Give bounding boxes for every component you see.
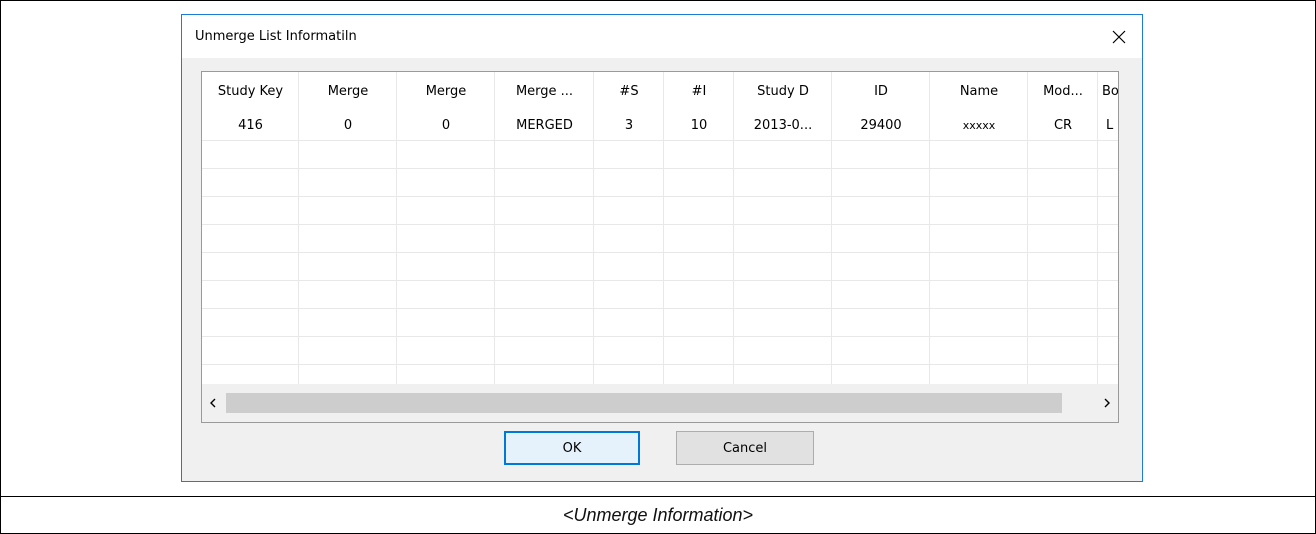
dialog-title: Unmerge List Informatiln xyxy=(195,29,357,44)
column-header-study-date[interactable]: Study D xyxy=(734,72,832,112)
column-header-merge-status[interactable]: Merge ... xyxy=(495,72,594,112)
scrollbar-thumb[interactable] xyxy=(226,393,1062,413)
column-header-id[interactable]: ID xyxy=(832,72,930,112)
cell-merge-2: 0 xyxy=(441,118,451,133)
column-header-name[interactable]: Name xyxy=(930,72,1028,112)
row-line xyxy=(202,280,1118,281)
cell-merge-status: MERGED xyxy=(516,118,573,133)
scroll-right-button[interactable] xyxy=(1096,384,1118,422)
row-line xyxy=(202,308,1118,309)
chevron-left-icon xyxy=(210,398,216,408)
cell-study-key: 416 xyxy=(238,118,263,133)
close-button[interactable] xyxy=(1096,15,1142,58)
cell-image-count: 10 xyxy=(690,118,708,133)
column-header-series-count[interactable]: #S xyxy=(594,72,664,112)
list-grid: Study Key Merge Merge Merge ... #S #I St… xyxy=(202,72,1118,384)
unmerge-list[interactable]: Study Key Merge Merge Merge ... #S #I St… xyxy=(201,71,1119,423)
scroll-left-button[interactable] xyxy=(202,384,224,422)
row-line xyxy=(202,252,1118,253)
dialog-titlebar: Unmerge List Informatiln xyxy=(182,15,1142,58)
row-line xyxy=(202,140,1118,141)
row-line xyxy=(202,364,1118,365)
cell-study-date: 2013-0... xyxy=(753,118,813,133)
cell-body-part: L xyxy=(1106,118,1114,133)
cell-merge: 0 xyxy=(343,118,353,133)
close-icon xyxy=(1112,30,1126,43)
column-header-body-part[interactable]: Bo xyxy=(1098,72,1118,112)
horizontal-scrollbar[interactable] xyxy=(202,384,1118,422)
column-header-merge[interactable]: Merge xyxy=(299,72,397,112)
row-line xyxy=(202,224,1118,225)
unmerge-dialog: Unmerge List Informatiln Study Key Merge… xyxy=(181,14,1143,482)
cell-name: xxxxx xyxy=(962,119,996,132)
row-line xyxy=(202,168,1118,169)
column-header-image-count[interactable]: #I xyxy=(664,72,734,112)
column-header-study-key[interactable]: Study Key xyxy=(202,72,299,112)
cell-series-count: 3 xyxy=(624,118,634,133)
row-line xyxy=(202,336,1118,337)
chevron-right-icon xyxy=(1104,398,1110,408)
ok-button[interactable]: OK xyxy=(504,431,640,465)
column-header-modality[interactable]: Mod... xyxy=(1028,72,1098,112)
cancel-button[interactable]: Cancel xyxy=(676,431,814,465)
cell-modality: CR xyxy=(1053,118,1073,133)
cell-id: 29400 xyxy=(860,118,902,133)
column-header-merge-2[interactable]: Merge xyxy=(397,72,495,112)
row-line xyxy=(202,196,1118,197)
figure-caption: <Unmerge Information> xyxy=(562,505,754,525)
